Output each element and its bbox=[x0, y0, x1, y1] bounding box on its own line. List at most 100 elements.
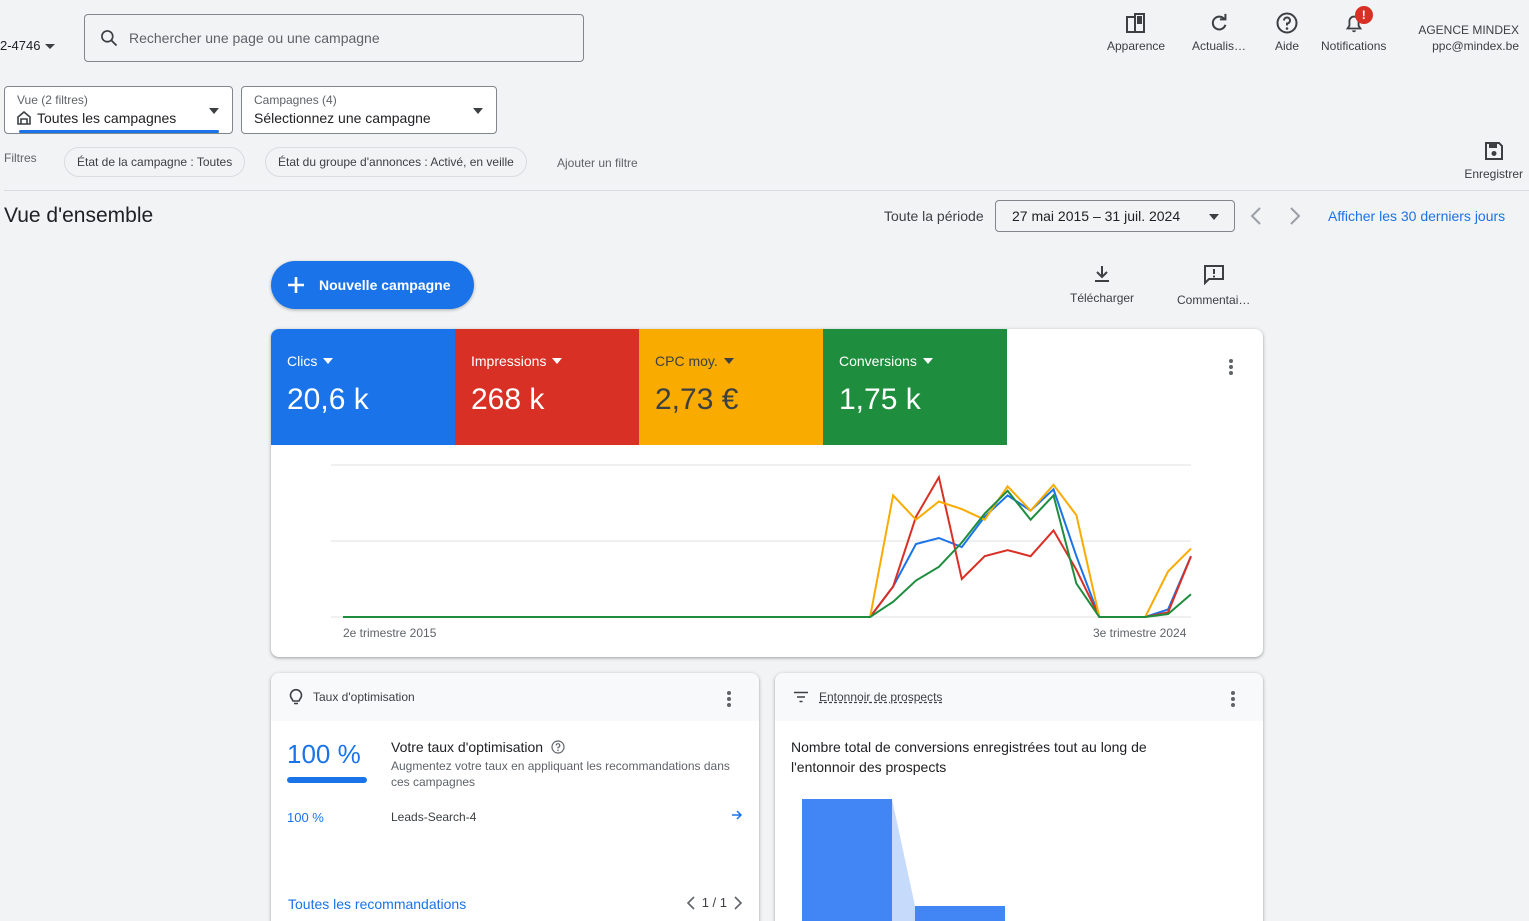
view-selector-active-indicator bbox=[19, 130, 219, 133]
more-options-icon[interactable] bbox=[1231, 689, 1235, 709]
notifications-button[interactable]: ! Notifications bbox=[1321, 6, 1387, 53]
add-filter-link[interactable]: Ajouter un filtre bbox=[557, 156, 638, 170]
filters-label: Filtres bbox=[4, 151, 37, 165]
filter-chip-adgroup-status[interactable]: État du groupe d'annonces : Activé, en v… bbox=[265, 147, 527, 177]
metric-label: Conversions bbox=[839, 353, 917, 369]
search-box[interactable] bbox=[84, 14, 584, 62]
more-options-icon[interactable] bbox=[727, 689, 731, 709]
date-range-picker[interactable]: 27 mai 2015 – 31 juil. 2024 bbox=[995, 200, 1235, 232]
funnel-connector bbox=[892, 799, 915, 921]
funnel-bar-chart bbox=[802, 799, 1005, 921]
series-line-conversions bbox=[343, 489, 1192, 618]
page-title: Vue d'ensemble bbox=[4, 204, 154, 227]
metric-tile-impressions[interactable]: Impressions 268 k bbox=[455, 329, 639, 445]
caret-down-icon bbox=[552, 358, 563, 364]
user-account[interactable]: AGENCE MINDEX ppc@mindex.be bbox=[1418, 22, 1519, 54]
appearance-label: Apparence bbox=[1107, 39, 1166, 53]
caret-down-icon bbox=[1209, 214, 1219, 220]
refresh-label: Actualis… bbox=[1192, 39, 1247, 53]
metric-tile-clicks[interactable]: Clics 20,6 k bbox=[271, 329, 455, 445]
campaign-selector-value: Sélectionnez une campagne bbox=[254, 110, 431, 126]
card-title: Taux d'optimisation bbox=[313, 690, 415, 704]
date-range-value: 27 mai 2015 – 31 juil. 2024 bbox=[1012, 208, 1181, 224]
caret-down-icon bbox=[922, 358, 933, 364]
save-icon bbox=[1484, 142, 1503, 160]
help-button[interactable]: Aide bbox=[1275, 10, 1299, 53]
plus-icon bbox=[288, 277, 304, 293]
metric-label: Clics bbox=[287, 353, 318, 369]
campaign-selector-label: Campagnes (4) bbox=[254, 93, 337, 107]
funnel-bar bbox=[915, 906, 1005, 921]
arrow-right-icon[interactable] bbox=[731, 809, 743, 821]
pager: 1 / 1 bbox=[686, 895, 743, 910]
new-campaign-label: Nouvelle campagne bbox=[319, 277, 451, 293]
comments-button[interactable]: Commentai… bbox=[1177, 264, 1250, 307]
caret-down-icon bbox=[323, 358, 334, 364]
user-org: AGENCE MINDEX bbox=[1418, 23, 1519, 37]
download-button[interactable]: Télécharger bbox=[1070, 264, 1134, 305]
series-line-cpc-moy- bbox=[343, 483, 1192, 618]
next-period-icon[interactable] bbox=[1288, 206, 1302, 226]
save-label: Enregistrer bbox=[1464, 167, 1523, 181]
caret-down-icon bbox=[209, 108, 219, 114]
funnel-title: Nombre total de conversions enregistrées… bbox=[791, 739, 1147, 775]
help-icon[interactable] bbox=[551, 740, 565, 754]
card-title[interactable]: Entonnoir de prospects bbox=[819, 690, 942, 704]
metric-label: Impressions bbox=[471, 353, 547, 369]
filter-list-icon bbox=[794, 691, 808, 703]
metric-value: 1,75 k bbox=[839, 383, 921, 416]
help-label: Aide bbox=[1275, 39, 1300, 53]
comments-label: Commentai… bbox=[1177, 293, 1251, 307]
appearance-button[interactable]: Apparence bbox=[1107, 10, 1165, 53]
campaign-selector[interactable]: Campagnes (4) Sélectionnez une campagne bbox=[241, 86, 497, 134]
more-options-icon[interactable] bbox=[1229, 357, 1233, 377]
search-icon bbox=[101, 30, 118, 47]
refresh-button[interactable]: Actualis… bbox=[1192, 10, 1246, 53]
metric-value: 20,6 k bbox=[287, 383, 369, 416]
appearance-icon bbox=[1126, 13, 1146, 33]
save-button[interactable]: Enregistrer bbox=[1464, 141, 1523, 181]
new-campaign-button[interactable]: Nouvelle campagne bbox=[271, 261, 474, 309]
campaign-score: 100 % bbox=[287, 810, 324, 825]
notification-badge: ! bbox=[1354, 6, 1373, 24]
metric-value: 268 k bbox=[471, 383, 545, 416]
performance-card: Clics 20,6 k Impressions 268 k CPC moy. … bbox=[271, 329, 1263, 657]
previous-period-icon[interactable] bbox=[1249, 206, 1263, 226]
view-selector[interactable]: Vue (2 filtres) Toutes les campagnes bbox=[4, 86, 233, 134]
account-id: 2-4746 bbox=[0, 38, 41, 53]
series-line-clics bbox=[343, 487, 1192, 618]
last-30-days-link[interactable]: Afficher les 30 derniers jours bbox=[1328, 208, 1505, 224]
optimization-score: 100 % bbox=[287, 739, 361, 769]
notifications-label: Notifications bbox=[1321, 39, 1387, 53]
refresh-icon bbox=[1211, 13, 1227, 31]
download-icon bbox=[1095, 266, 1110, 282]
optimization-description: Augmentez votre taux en appliquant les r… bbox=[391, 759, 730, 789]
chevron-right-icon[interactable] bbox=[733, 895, 743, 910]
comment-icon bbox=[1203, 265, 1224, 286]
chevron-left-icon[interactable] bbox=[686, 895, 696, 910]
metric-label: CPC moy. bbox=[655, 353, 718, 369]
search-input[interactable] bbox=[129, 30, 549, 46]
x-axis-end-label: 3e trimestre 2024 bbox=[1093, 626, 1187, 640]
period-label: Toute la période bbox=[884, 208, 984, 224]
funnel-bar bbox=[802, 799, 892, 921]
caret-down-icon bbox=[473, 108, 483, 114]
divider bbox=[4, 190, 1529, 191]
metric-tile-cpc[interactable]: CPC moy. 2,73 € bbox=[639, 329, 823, 445]
account-selector[interactable]: 2-4746 bbox=[0, 38, 56, 53]
building-icon bbox=[17, 111, 31, 125]
metric-tile-conversions[interactable]: Conversions 1,75 k bbox=[823, 329, 1007, 445]
help-icon bbox=[1276, 12, 1298, 34]
view-selector-label: Vue (2 filtres) bbox=[17, 93, 88, 107]
filter-chip-campaign-status[interactable]: État de la campagne : Toutes bbox=[64, 147, 246, 177]
caret-down-icon bbox=[723, 358, 734, 364]
x-axis-start-label: 2e trimestre 2015 bbox=[343, 626, 437, 640]
all-recommendations-link[interactable]: Toutes les recommandations bbox=[288, 896, 466, 912]
optimization-progress-bar bbox=[287, 777, 367, 783]
metric-value: 2,73 € bbox=[655, 383, 739, 416]
campaign-name: Leads-Search-4 bbox=[391, 810, 477, 824]
pager-text: 1 / 1 bbox=[701, 895, 727, 910]
view-selector-value: Toutes les campagnes bbox=[37, 110, 177, 126]
caret-down-icon bbox=[45, 43, 56, 49]
lightbulb-icon bbox=[289, 688, 303, 705]
